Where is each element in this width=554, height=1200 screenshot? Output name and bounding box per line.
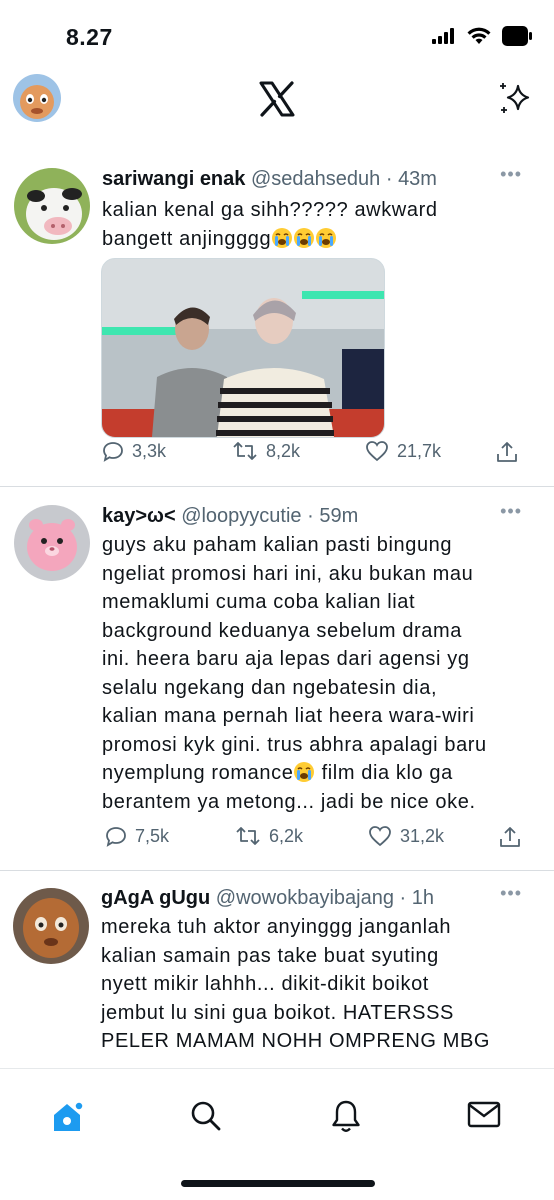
tweet-text-line: berantem ya metong... jadi be nice oke.	[102, 790, 476, 813]
more-options-icon[interactable]: •••	[500, 883, 522, 904]
user-handle[interactable]: @loopyycutie	[181, 505, 301, 527]
reply-icon	[103, 442, 123, 462]
like-count: 31,2k	[400, 825, 445, 846]
tweet-text-fragment: film dia klo ga	[315, 762, 453, 784]
tweet-header: kay>ω< @loopyycutie · 59m	[102, 505, 494, 528]
like-button[interactable]: 31,2k	[368, 825, 444, 847]
tab-home[interactable]	[50, 1099, 86, 1140]
tweet-text-line: kalian mana pernah liat heera wara-wiri	[102, 705, 475, 727]
repost-count: 8,2k	[266, 440, 301, 461]
heart-icon	[369, 826, 391, 847]
share-icon	[500, 827, 520, 847]
tweet-header: gAgA gUgu @wowokbayibajang · 1h	[101, 887, 494, 910]
user-handle[interactable]: @sedahseduh	[251, 168, 380, 190]
tweet-text-line: mereka tuh aktor anyinggg janganlah	[101, 916, 452, 938]
share-button[interactable]	[499, 825, 521, 849]
repost-icon	[236, 827, 260, 845]
grok-sparkle-icon[interactable]	[498, 80, 534, 116]
user-handle[interactable]: @wowokbayibajang	[216, 887, 394, 909]
tweet-text-line: nyemplung romance film dia klo ga	[102, 759, 542, 788]
more-options-icon[interactable]: •••	[500, 164, 522, 185]
like-button[interactable]: 21,7k	[365, 440, 441, 462]
share-button[interactable]	[496, 440, 518, 464]
tweet-time: 1h	[411, 887, 435, 909]
wifi-icon	[467, 27, 491, 44]
display-name[interactable]: kay>ω<	[102, 505, 176, 527]
tweet-text-line: PELER MAMAM NOHH OMPRENG MBG	[101, 1030, 491, 1052]
tweet-text: kalian kenal ga sihh????? awkward banget…	[102, 196, 542, 253]
home-indicator	[181, 1180, 375, 1187]
like-count: 21,7k	[397, 440, 442, 461]
search-icon	[191, 1101, 221, 1131]
repost-icon	[233, 442, 257, 460]
repost-count: 6,2k	[269, 825, 304, 846]
tweet-text: guys aku paham kalian pasti bingung ngel…	[102, 531, 542, 816]
tweet-text-line: nyett mikir lahhh... dikit-dikit boikot	[101, 973, 429, 995]
profile-avatar[interactable]	[13, 74, 61, 122]
battery-icon	[502, 26, 532, 46]
tweet-2[interactable]: kay>ω< @loopyycutie · 59m ••• guys aku p…	[0, 486, 554, 870]
tweet-3[interactable]: gAgA gUgu @wowokbayibajang · 1h ••• mere…	[0, 870, 554, 1069]
status-icons	[432, 26, 532, 46]
tweet-text-line: selalu ngekang dan ngebatesin dia,	[102, 676, 438, 699]
notifications-icon	[332, 1100, 360, 1132]
tweet-actions: 3,3k 8,2k 21,7k	[102, 440, 522, 470]
tweet-text-line: jembut lu sini gua boikot. HATERSSS	[101, 1001, 455, 1024]
tweet-text-fragment: nyemplung romance	[102, 762, 294, 784]
more-options-icon[interactable]: •••	[500, 501, 522, 522]
tweet-text-line: bangett anjingggg	[102, 225, 542, 254]
status-time: 8.27	[66, 24, 113, 50]
tweet-text-line: promosi kyk gini. trus abhra apalagi bar…	[102, 733, 487, 756]
display-name[interactable]: sariwangi enak	[102, 168, 245, 190]
share-icon	[497, 442, 517, 462]
tweet-header: sariwangi enak @sedahseduh · 43m	[102, 168, 494, 191]
crying-emoji-icon	[315, 227, 337, 250]
tweet-avatar[interactable]	[14, 505, 90, 581]
separator: ·	[399, 887, 407, 909]
tweet-image[interactable]	[101, 258, 385, 438]
tweet-actions: 7,5k 6,2k 31,2k	[102, 825, 522, 855]
tab-messages[interactable]	[466, 1099, 502, 1136]
tab-search[interactable]	[189, 1099, 223, 1138]
separator: ·	[307, 505, 314, 527]
tab-notifications[interactable]	[330, 1099, 362, 1140]
repost-button[interactable]: 8,2k	[232, 440, 300, 462]
crying-emoji-icon	[293, 762, 315, 784]
reply-button[interactable]: 3,3k	[102, 440, 166, 462]
tweet-time: 59m	[319, 505, 359, 527]
home-icon	[54, 1101, 84, 1131]
crying-emoji-icon	[293, 227, 315, 250]
tweet-text-fragment: bangett anjingggg	[102, 227, 272, 250]
tweet-text-line: ini. heera baru aja lepas dari agensi yg	[102, 648, 470, 670]
crying-emoji-icon	[271, 227, 293, 250]
top-header	[0, 70, 554, 130]
tweet-text-line: guys aku paham kalian pasti bingung	[102, 534, 453, 556]
tweet-text-line: kalian samain pas take buat syuting	[101, 944, 439, 967]
reply-count: 3,3k	[132, 440, 167, 461]
tweet-text-line: memaklumi cuma coba kalian liat	[102, 591, 416, 613]
cellular-signal-icon	[432, 28, 454, 44]
tweet-avatar[interactable]	[14, 168, 90, 244]
tweet-time: 43m	[398, 168, 437, 190]
reply-button[interactable]: 7,5k	[105, 825, 169, 847]
status-bar: 8.27	[0, 0, 554, 70]
tweet-text-line: ngeliat promosi hari ini, aku bukan mau	[102, 562, 474, 585]
tweet-text-line: background keduanya sebelum drama	[102, 619, 463, 642]
heart-icon	[366, 441, 388, 462]
reply-icon	[106, 827, 126, 847]
display-name[interactable]: gAgA gUgu	[101, 887, 210, 909]
tweet-text-line: kalian kenal ga sihh????? awkward	[102, 199, 438, 221]
x-logo-icon[interactable]	[258, 80, 296, 118]
repost-button[interactable]: 6,2k	[235, 825, 303, 847]
separator: ·	[385, 168, 393, 190]
tweet-1[interactable]: sariwangi enak @sedahseduh · 43m ••• kal…	[0, 150, 554, 485]
tweet-avatar[interactable]	[13, 888, 89, 964]
reply-count: 7,5k	[135, 825, 170, 846]
messages-icon	[467, 1101, 501, 1128]
tweet-text: mereka tuh aktor anyinggg janganlah kali…	[101, 913, 546, 1056]
